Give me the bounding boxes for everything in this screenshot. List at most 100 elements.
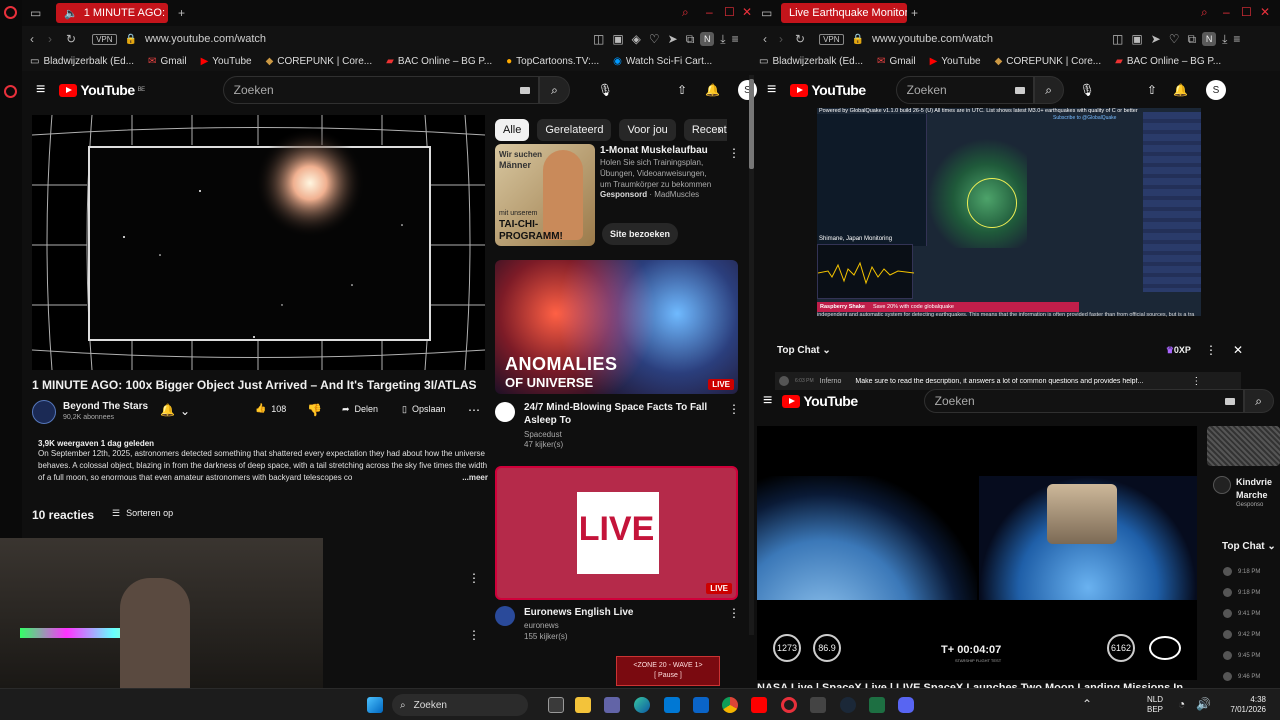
snapshot-icon[interactable]: ▣ — [612, 32, 623, 46]
bookmark-gmail[interactable]: ✉ Gmail — [148, 56, 187, 67]
minimize-icon-right[interactable]: – — [1223, 5, 1230, 19]
bookmark-youtube-right[interactable]: ▶ YouTube — [930, 56, 981, 67]
bookmark-folder-right[interactable]: ▭ Bladwijzerbalk (Ed... — [759, 56, 863, 67]
top-chat-dropdown[interactable]: Top Chat ⌄ — [777, 345, 831, 356]
video-player[interactable] — [32, 115, 485, 370]
volume-icon[interactable]: 🔊 — [1196, 697, 1211, 711]
rec-channel-avatar-2[interactable] — [495, 606, 515, 626]
description-box[interactable]: 3,9K weergaven 1 dag geleden On Septembe… — [32, 434, 492, 490]
more-link[interactable]: ...meer — [462, 472, 488, 484]
chat-points[interactable]: ♛0XP — [1166, 345, 1191, 356]
channel-name[interactable]: Beyond The Stars — [63, 401, 148, 412]
ad-thumbnail[interactable]: Wir suchen Männer mit unserem TAI-CHI- P… — [495, 144, 595, 246]
heart-icon-right[interactable]: ♡ — [1169, 32, 1180, 46]
extensions-icon-right[interactable]: ⧉ — [1187, 32, 1196, 47]
chat-close-icon[interactable]: ✕ — [1233, 343, 1243, 357]
send-icon[interactable]: ➤ — [668, 32, 678, 46]
search-tabs-icon-right[interactable]: ⌕ — [1201, 5, 1208, 20]
chip-related[interactable]: Gerelateerd — [537, 119, 612, 141]
maximize-icon-right[interactable]: ☐ — [1241, 5, 1252, 19]
outlook-icon[interactable] — [693, 697, 709, 713]
side-card-title[interactable]: Kindvrie — [1236, 476, 1272, 489]
rec-more-icon-1[interactable]: ⋮ — [728, 402, 740, 416]
history-icon[interactable] — [4, 85, 17, 98]
taskbar-search[interactable]: ⌕ Zoeken — [392, 694, 528, 716]
tray-chevron-icon[interactable]: ⌃ — [1082, 697, 1092, 711]
ad-more-icon[interactable]: ⋮ — [728, 146, 740, 160]
minimize-icon[interactable]: – — [706, 5, 713, 19]
teams-icon[interactable] — [604, 697, 620, 713]
file-explorer-icon[interactable] — [575, 697, 591, 713]
hamburger-icon-second[interactable]: ≡ — [763, 392, 772, 410]
store-icon[interactable] — [664, 697, 680, 713]
bookmark-topcartoons[interactable]: ● TopCartoons.TV:... — [506, 56, 599, 67]
tab-active-right[interactable]: Live Earthquake Monitoring — [781, 3, 907, 23]
clock[interactable]: 4:38 7/01/2026 — [1222, 695, 1266, 715]
mic-icon-right[interactable]: 🎙 — [1080, 83, 1095, 97]
rec-thumbnail-2[interactable]: LIVE LIVE — [495, 466, 738, 600]
comment-more-icon[interactable]: ⋮ — [468, 571, 480, 585]
bookmark-bac-right[interactable]: ▰ BAC Online – BG P... — [1115, 56, 1221, 67]
discord-icon[interactable] — [898, 697, 914, 713]
calculator-icon[interactable] — [810, 697, 826, 713]
new-tab-icon-right[interactable]: + — [911, 6, 918, 20]
opera-logo-icon[interactable] — [4, 6, 17, 19]
chevron-right-icon[interactable]: › — [718, 123, 722, 137]
ad-title[interactable]: 1-Monat Muskelaufbau — [600, 144, 708, 157]
avatar[interactable]: S — [737, 80, 757, 100]
chrome-icon[interactable] — [722, 697, 738, 713]
search-button[interactable]: ⌕ — [539, 76, 570, 104]
close-window-icon[interactable]: ✕ — [742, 5, 752, 19]
search-button-second[interactable]: ⌕ — [1243, 389, 1274, 413]
rec-title-2[interactable]: Euronews English Live — [524, 606, 633, 619]
side-card-title-2[interactable]: Marche — [1236, 489, 1268, 502]
edge-icon[interactable] — [634, 697, 650, 713]
download-icon-right[interactable]: ⤓ — [1222, 32, 1227, 47]
search-input-right[interactable]: Zoeken — [895, 76, 1034, 104]
menu-icon[interactable]: ≡ — [732, 32, 739, 46]
camera-icon[interactable]: ◫ — [593, 32, 604, 46]
menu-icon-right[interactable]: ≡ — [1233, 32, 1240, 46]
comment-more-icon-2[interactable]: ⋮ — [468, 628, 480, 642]
reload-icon-right[interactable]: ↻ — [795, 32, 805, 46]
bookmark-youtube[interactable]: ▶ YouTube — [201, 56, 252, 67]
youtube-logo-second[interactable]: YouTube — [782, 393, 858, 409]
back-icon[interactable]: ‹ — [30, 32, 34, 46]
search-input[interactable]: Zoeken — [222, 76, 540, 104]
bell-icon[interactable]: 🔔 — [705, 83, 720, 97]
download-icon[interactable]: ⤓ — [720, 32, 725, 47]
excel-icon[interactable] — [869, 697, 885, 713]
bell-subscribe-icon[interactable]: 🔔 — [160, 403, 175, 417]
mic-icon[interactable]: 🎙 — [598, 83, 613, 97]
rec-title-1[interactable]: 24/7 Mind-Blowing Space Facts To Fall As… — [524, 401, 724, 427]
keyboard-icon-right[interactable] — [1014, 86, 1025, 94]
opera-taskbar-icon[interactable] — [781, 697, 797, 713]
bookmark-corepunk[interactable]: ◆ COREPUNK | Core... — [266, 56, 373, 67]
maximize-icon[interactable]: ☐ — [724, 5, 735, 19]
bookmark-gmail-right[interactable]: ✉ Gmail — [877, 56, 916, 67]
wifi-icon[interactable]: ◔ — [1178, 697, 1185, 711]
vpn-badge[interactable]: VPN — [92, 33, 117, 45]
upload-icon-right[interactable]: ⇧ — [1147, 83, 1157, 97]
search-tabs-icon[interactable]: ⌕ — [682, 5, 689, 20]
tab-active[interactable]: 🔈 1 MINUTE AGO: 100x Bi ✕ — [56, 3, 168, 23]
profile-badge[interactable]: N — [700, 32, 715, 46]
avatar-right[interactable]: S — [1205, 80, 1226, 100]
chip-all[interactable]: Alle — [495, 119, 530, 141]
hamburger-icon-right[interactable]: ≡ — [767, 81, 776, 99]
heart-icon[interactable]: ♡ — [649, 32, 660, 46]
youtube-logo[interactable]: YouTube BE — [59, 82, 145, 98]
profile-badge-right[interactable]: N — [1202, 32, 1217, 46]
tabs-menu-icon-right[interactable]: ▭ — [761, 6, 772, 20]
tabs-menu-icon[interactable]: ▭ — [30, 6, 41, 20]
bookmark-corepunk-right[interactable]: ◆ COREPUNK | Core... — [995, 56, 1102, 67]
search-input-second[interactable]: Zoeken — [923, 389, 1244, 413]
task-view-icon[interactable] — [548, 697, 564, 713]
page-scrollbar[interactable] — [749, 75, 754, 635]
back-icon-right[interactable]: ‹ — [763, 32, 767, 46]
chevron-down-icon[interactable]: ⌄ — [180, 404, 190, 418]
rec-channel-avatar-1[interactable] — [495, 402, 515, 422]
vpn-badge-right[interactable]: VPN — [819, 33, 844, 45]
forward-icon-right[interactable]: › — [779, 32, 783, 46]
chat-more-icon[interactable]: ⋮ — [1205, 343, 1217, 357]
